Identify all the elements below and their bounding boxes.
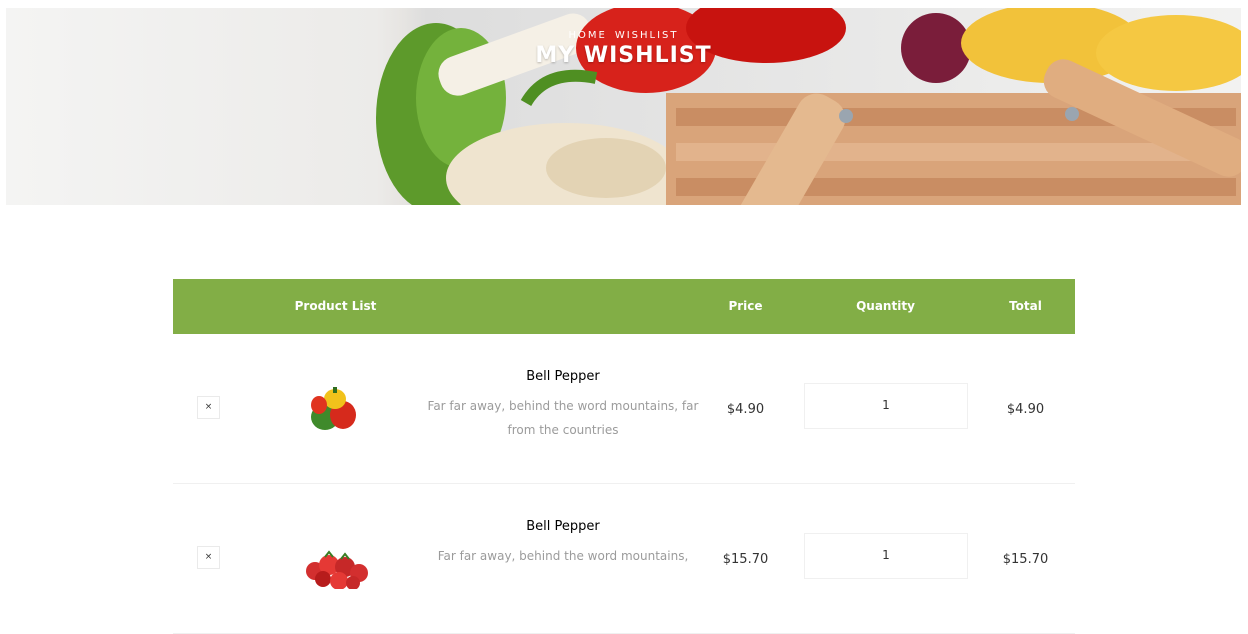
header-total: Total: [1009, 299, 1042, 313]
table-row: × Bell Pepper Far far away, behind the w…: [173, 334, 1075, 484]
quantity-input[interactable]: 1: [804, 533, 968, 579]
wishlist-table: Product List Price Quantity Total × Bell…: [173, 279, 1075, 634]
product-description: Far far away, behind the word mountains,…: [427, 399, 699, 437]
header-product-list: Product List: [294, 299, 377, 313]
product-price: $15.70: [722, 552, 769, 567]
page-title: My Wishlist: [535, 43, 712, 68]
table-row: × Bell Pepper Far far away, behind the w…: [173, 484, 1075, 634]
product-total: $4.90: [1006, 402, 1045, 417]
strawberries-image: [306, 550, 368, 589]
hero-banner: Home Wishlist My Wishlist: [6, 8, 1241, 205]
remove-item-button[interactable]: ×: [197, 546, 220, 569]
breadcrumb-home-link[interactable]: Home: [568, 30, 606, 41]
bell-pepper-image: [311, 387, 356, 430]
product-total: $15.70: [1002, 552, 1049, 567]
product-description: Far far away, behind the word mountains,: [437, 549, 689, 563]
hero-text: Home Wishlist My Wishlist: [6, 30, 1241, 68]
header-price: Price: [728, 299, 763, 313]
remove-item-button[interactable]: ×: [197, 396, 220, 419]
quantity-input[interactable]: 1: [804, 383, 968, 429]
product-name[interactable]: Bell Pepper: [423, 369, 703, 384]
product-price: $4.90: [726, 402, 765, 417]
breadcrumb-current: Wishlist: [614, 30, 679, 41]
product-name[interactable]: Bell Pepper: [423, 519, 703, 534]
header-quantity: Quantity: [856, 299, 915, 313]
table-header: Product List Price Quantity Total: [173, 279, 1075, 334]
breadcrumb: Home Wishlist: [6, 30, 1241, 41]
